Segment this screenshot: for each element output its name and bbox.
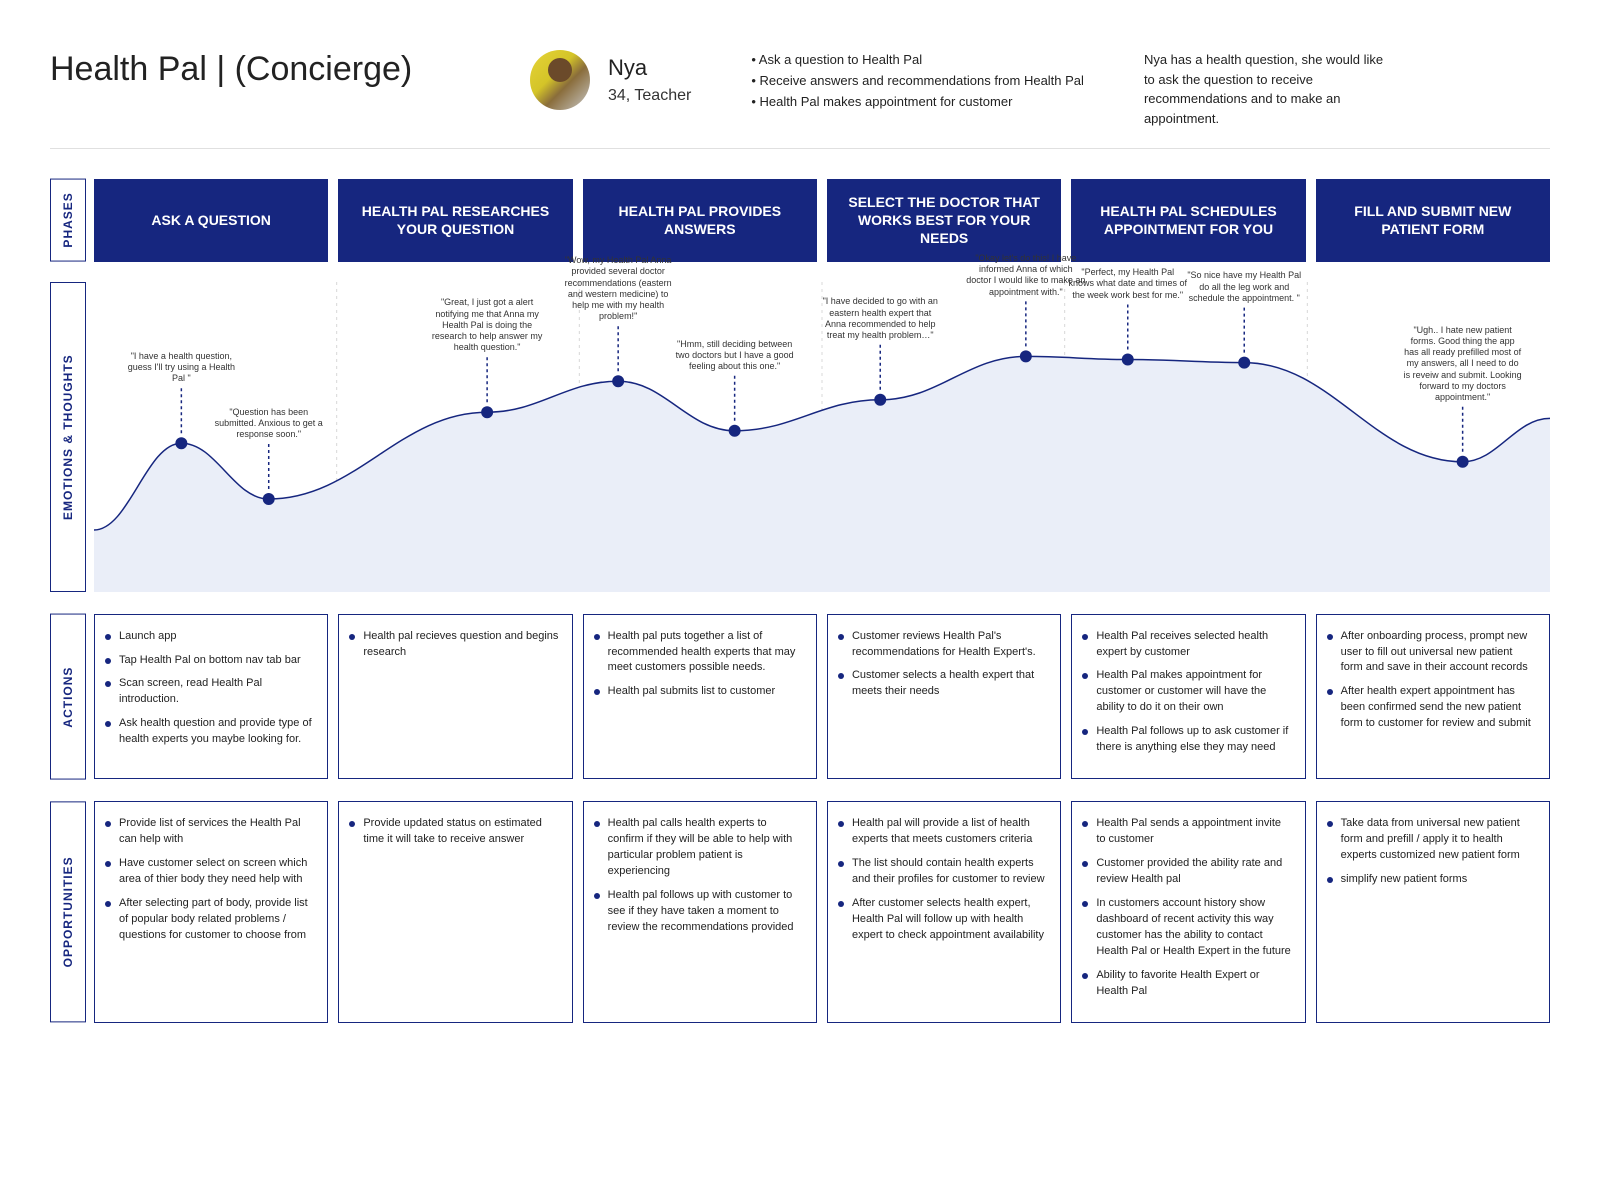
action-item: Ask health question and provide type of …	[105, 716, 315, 748]
row-label-actions: ACTIONS	[50, 614, 86, 780]
emotion-quote: "I have a health question, guess I'll tr…	[121, 351, 241, 385]
action-item: Customer reviews Health Pal's recommenda…	[838, 629, 1048, 661]
opportunity-item: Health Pal sends a appointment invite to…	[1082, 816, 1292, 848]
emotion-quote: "Perfect, my Health Pal knows what date …	[1068, 267, 1188, 301]
phase-header: HEALTH PAL RESEARCHES YOUR QUESTION	[338, 179, 572, 262]
header-bullet: Receive answers and recommendations from…	[751, 71, 1084, 92]
emotion-quote: "Hmm, still deciding between two doctors…	[675, 339, 795, 373]
opportunity-item: Provide list of services the Health Pal …	[105, 816, 315, 848]
row-label-opportunities: OPPORTUNITIES	[50, 801, 86, 1022]
emotion-quote: "I have decided to go with an eastern he…	[820, 296, 940, 341]
action-item: After onboarding process, prompt new use…	[1327, 629, 1537, 677]
action-item: Health Pal makes appointment for custome…	[1082, 668, 1292, 716]
action-item: Health Pal receives selected health expe…	[1082, 629, 1292, 661]
action-item: After health expert appointment has been…	[1327, 684, 1537, 732]
avatar	[530, 50, 590, 110]
action-card: Health pal recieves question and begins …	[338, 614, 572, 780]
header-bullet: Ask a question to Health Pal	[751, 50, 1084, 71]
action-card: Health pal puts together a list of recom…	[583, 614, 817, 780]
phase-header: ASK A QUESTION	[94, 179, 328, 262]
persona-subtitle: 34, Teacher	[608, 87, 691, 105]
phase-header: FILL AND SUBMIT NEW PATIENT FORM	[1316, 179, 1550, 262]
persona-name: Nya	[608, 55, 691, 81]
row-label-phases: PHASES	[50, 179, 86, 262]
action-card: Launch app Tap Health Pal on bottom nav t…	[94, 614, 328, 780]
opportunity-item: Take data from universal new patient for…	[1327, 816, 1537, 864]
action-item: Health Pal follows up to ask customer if…	[1082, 724, 1292, 756]
opportunity-item: Provide updated status on estimated time…	[349, 816, 559, 848]
emotions-row: "I have a health question, guess I'll tr…	[94, 282, 1550, 592]
opportunity-card: Health pal calls health experts to confi…	[583, 801, 817, 1022]
opportunities-row: Provide list of services the Health Pal …	[94, 801, 1550, 1022]
header-description: Nya has a health question, she would lik…	[1144, 50, 1384, 128]
row-label-emotions: EMOTIONS & THOUGHTS	[50, 282, 86, 592]
emotion-quote: "So nice have my Health Pal do all the l…	[1184, 270, 1304, 304]
opportunity-card: Health pal will provide a list of health…	[827, 801, 1061, 1022]
opportunity-item: After customer selects health expert, He…	[838, 896, 1048, 944]
emotion-quote: "Great, I just got a alert notifying me …	[427, 297, 547, 353]
opportunity-item: Have customer select on screen which are…	[105, 856, 315, 888]
phases-row: ASK A QUESTIONHEALTH PAL RESEARCHES YOUR…	[94, 179, 1550, 262]
action-item: Health pal submits list to customer	[594, 684, 804, 700]
action-item: Scan screen, read Health Pal introductio…	[105, 676, 315, 708]
opportunity-item: In customers account history show dashbo…	[1082, 896, 1292, 960]
emotion-quote: "Wow, my Health Pal Anna provided severa…	[558, 255, 678, 323]
phase-header: SELECT THE DOCTOR THAT WORKS BEST FOR YO…	[827, 179, 1061, 262]
emotion-quote: "Ugh.. I hate new patient forms. Good th…	[1403, 325, 1523, 404]
phase-header: HEALTH PAL SCHEDULES APPOINTMENT FOR YOU	[1071, 179, 1305, 262]
header-bullet: Health Pal makes appointment for custome…	[751, 92, 1084, 113]
opportunity-item: Health pal calls health experts to confi…	[594, 816, 804, 880]
action-card: Health Pal receives selected health expe…	[1071, 614, 1305, 780]
action-item: Health pal recieves question and begins …	[349, 629, 559, 661]
opportunity-item: Ability to favorite Health Expert or Hea…	[1082, 968, 1292, 1000]
action-card: Customer reviews Health Pal's recommenda…	[827, 614, 1061, 780]
opportunity-item: The list should contain health experts a…	[838, 856, 1048, 888]
actions-row: Launch app Tap Health Pal on bottom nav t…	[94, 614, 1550, 780]
action-item: Customer selects a health expert that me…	[838, 668, 1048, 700]
phase-header: HEALTH PAL PROVIDES ANSWERS	[583, 179, 817, 262]
action-card: After onboarding process, prompt new use…	[1316, 614, 1550, 780]
opportunity-card: Take data from universal new patient for…	[1316, 801, 1550, 1022]
opportunity-card: Provide list of services the Health Pal …	[94, 801, 328, 1022]
header: Health Pal | (Concierge) Nya 34, Teacher…	[50, 50, 1550, 149]
journey-map: PHASES ASK A QUESTIONHEALTH PAL RESEARCH…	[50, 179, 1550, 1023]
opportunity-item: simplify new patient forms	[1327, 872, 1537, 888]
opportunity-item: Health pal will provide a list of health…	[838, 816, 1048, 848]
opportunity-item: Health pal follows up with customer to s…	[594, 888, 804, 936]
action-item: Launch app	[105, 629, 315, 645]
opportunity-card: Health Pal sends a appointment invite to…	[1071, 801, 1305, 1022]
opportunity-item: Customer provided the ability rate and r…	[1082, 856, 1292, 888]
persona: Nya 34, Teacher	[530, 50, 691, 110]
page-title: Health Pal | (Concierge)	[50, 50, 470, 89]
opportunity-card: Provide updated status on estimated time…	[338, 801, 572, 1022]
action-item: Health pal puts together a list of recom…	[594, 629, 804, 677]
header-bullets: Ask a question to Health PalReceive answ…	[751, 50, 1084, 112]
action-item: Tap Health Pal on bottom nav tab bar	[105, 653, 315, 669]
opportunity-item: After selecting part of body, provide li…	[105, 896, 315, 944]
emotion-quote: "Question has been submitted. Anxious to…	[209, 407, 329, 441]
